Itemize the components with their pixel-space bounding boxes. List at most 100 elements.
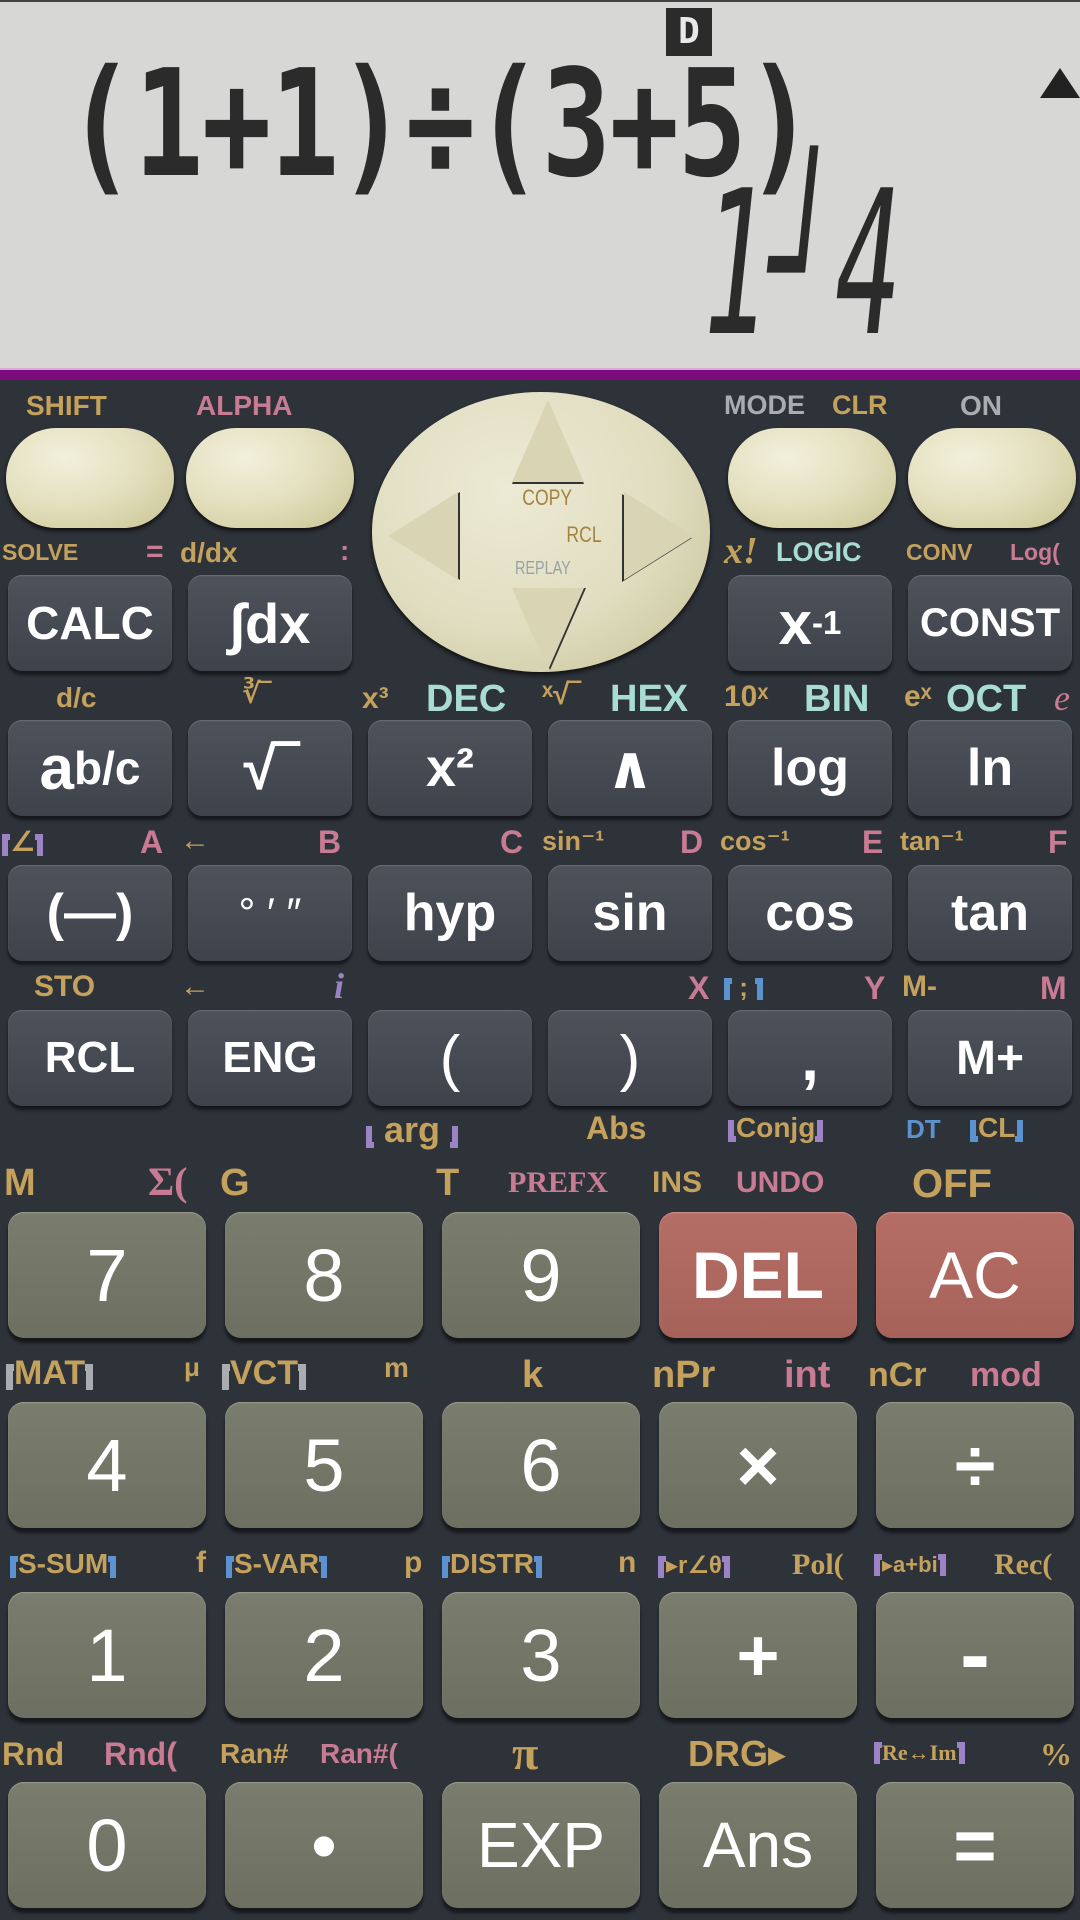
g-label: G — [220, 1162, 250, 1204]
var-a-label: A — [140, 824, 164, 860]
negative-button[interactable]: (—) — [8, 865, 172, 961]
var-c-label: C — [500, 824, 524, 860]
digit-5-button[interactable]: 5 — [225, 1402, 423, 1528]
digit-9-button[interactable]: 9 — [442, 1212, 640, 1338]
minus-button[interactable]: - — [876, 1592, 1074, 1718]
tan-button[interactable]: tan — [908, 865, 1072, 961]
dpad-left-button[interactable] — [388, 492, 458, 580]
ncr-label: nCr — [868, 1356, 927, 1394]
pico-label: p — [404, 1546, 423, 1579]
plus-button[interactable]: + — [659, 1592, 857, 1718]
dms-button[interactable]: ° ′ ″ — [188, 865, 352, 961]
rect-text: ▸a+bi — [882, 1552, 938, 1577]
integral-button[interactable]: ∫dx — [188, 575, 352, 671]
digit-6-button[interactable]: 6 — [442, 1402, 640, 1528]
lcd-display: D (1+1)÷(3+5) 1┘4 — [0, 0, 1080, 381]
bracket-icon — [222, 1364, 230, 1390]
arg-text: arg — [384, 1109, 441, 1150]
digit-0-button[interactable]: 0 — [8, 1782, 206, 1908]
shift-button[interactable] — [6, 428, 174, 528]
open-paren-button[interactable]: ( — [368, 1010, 532, 1106]
comma-button[interactable]: , — [728, 1010, 892, 1106]
milli-label: m — [384, 1352, 409, 1383]
mode-button[interactable] — [728, 428, 896, 528]
multiply-button[interactable]: × — [659, 1402, 857, 1528]
m-plus-button[interactable]: M+ — [908, 1010, 1072, 1106]
close-paren-button[interactable]: ) — [548, 1010, 712, 1106]
on-button[interactable] — [908, 428, 1076, 528]
mode-label: MODE — [724, 390, 805, 420]
exp-button[interactable]: EXP — [442, 1782, 640, 1908]
dpad-right-button[interactable] — [624, 492, 694, 580]
ans-button[interactable]: Ans — [659, 1782, 857, 1908]
digit-2-button[interactable]: 2 — [225, 1592, 423, 1718]
bracket-icon — [366, 1126, 374, 1148]
const-button[interactable]: CONST — [908, 575, 1072, 671]
reciprocal-button[interactable]: x -1 — [728, 575, 892, 671]
digit-4-button[interactable]: 4 — [8, 1402, 206, 1528]
bracket-icon — [874, 1554, 882, 1576]
fraction-button[interactable]: a b/c — [8, 720, 172, 816]
conv-label: CONV — [906, 539, 973, 565]
drg-label: DRG▸ — [688, 1733, 787, 1774]
logic-label: LOGIC — [776, 537, 862, 567]
log-button[interactable]: log — [728, 720, 892, 816]
bracket-icon — [6, 1364, 14, 1390]
var-y-label: Y — [864, 970, 886, 1006]
digit-1-button[interactable]: 1 — [8, 1592, 206, 1718]
var-m-label: M — [1040, 970, 1067, 1006]
kilo-label: k — [522, 1354, 544, 1396]
on-label: ON — [960, 390, 1002, 421]
equals-button[interactable]: = — [876, 1782, 1074, 1908]
bracket-icon — [728, 1120, 736, 1142]
off-label: OFF — [912, 1162, 992, 1206]
divide-button[interactable]: ÷ — [876, 1402, 1074, 1528]
copy-label: COPY — [522, 485, 573, 510]
replay-label: REPLAY — [514, 558, 571, 578]
reciprocal-sup: -1 — [812, 604, 842, 641]
rcl-button[interactable]: RCL — [8, 1010, 172, 1106]
conjg-text: Conjg — [736, 1112, 816, 1143]
cube-root-label: ∛‾ — [242, 678, 270, 709]
atan-label: tan⁻¹ — [900, 826, 964, 856]
colon-label: : — [340, 535, 350, 566]
svar-text: S-VAR — [234, 1548, 320, 1579]
digit-7-button[interactable]: 7 — [8, 1212, 206, 1338]
sqrt-button[interactable]: √‾ — [188, 720, 352, 816]
alpha-button[interactable] — [186, 428, 354, 528]
bracket-icon — [85, 1364, 94, 1390]
del-button[interactable]: DEL — [659, 1212, 857, 1338]
conjg-label: Conjg — [728, 1112, 824, 1143]
ac-button[interactable]: AC — [876, 1212, 1074, 1338]
fraction-bc: b/c — [74, 742, 141, 794]
calc-button[interactable]: CALC — [8, 575, 172, 671]
digit-8-button[interactable]: 8 — [225, 1212, 423, 1338]
hyp-button[interactable]: hyp — [368, 865, 532, 961]
bracket-icon — [755, 978, 764, 1000]
dpad-down-button[interactable] — [512, 588, 584, 670]
ran-label: Ran# — [220, 1738, 289, 1769]
bracket-icon — [874, 1742, 882, 1764]
xth-root-label: ˣ√‾ — [542, 678, 580, 711]
arg-label: arg — [366, 1109, 459, 1150]
ln-button[interactable]: ln — [908, 720, 1072, 816]
cos-button[interactable]: cos — [728, 865, 892, 961]
hex-label: HEX — [610, 678, 689, 720]
digit-3-button[interactable]: 3 — [442, 1592, 640, 1718]
bracket-icon — [298, 1364, 306, 1390]
distr-text: DISTR — [450, 1548, 534, 1579]
percent-label: % — [1040, 1736, 1072, 1772]
dpad-up-button[interactable] — [512, 400, 584, 482]
bracket-icon — [442, 1556, 450, 1578]
sin-button[interactable]: sin — [548, 865, 712, 961]
fraction-a: a — [39, 733, 74, 803]
eng-button[interactable]: ENG — [188, 1010, 352, 1106]
square-button[interactable]: x² — [368, 720, 532, 816]
asin-label: sin⁻¹ — [542, 826, 605, 856]
power-button[interactable]: ∧ — [548, 720, 712, 816]
dt-label: DT — [906, 1114, 941, 1144]
decimal-point-button[interactable]: • — [225, 1782, 423, 1908]
exp-power-label: eˣ — [904, 680, 932, 713]
bracket-icon — [10, 1556, 18, 1578]
t-label: T — [436, 1162, 460, 1204]
